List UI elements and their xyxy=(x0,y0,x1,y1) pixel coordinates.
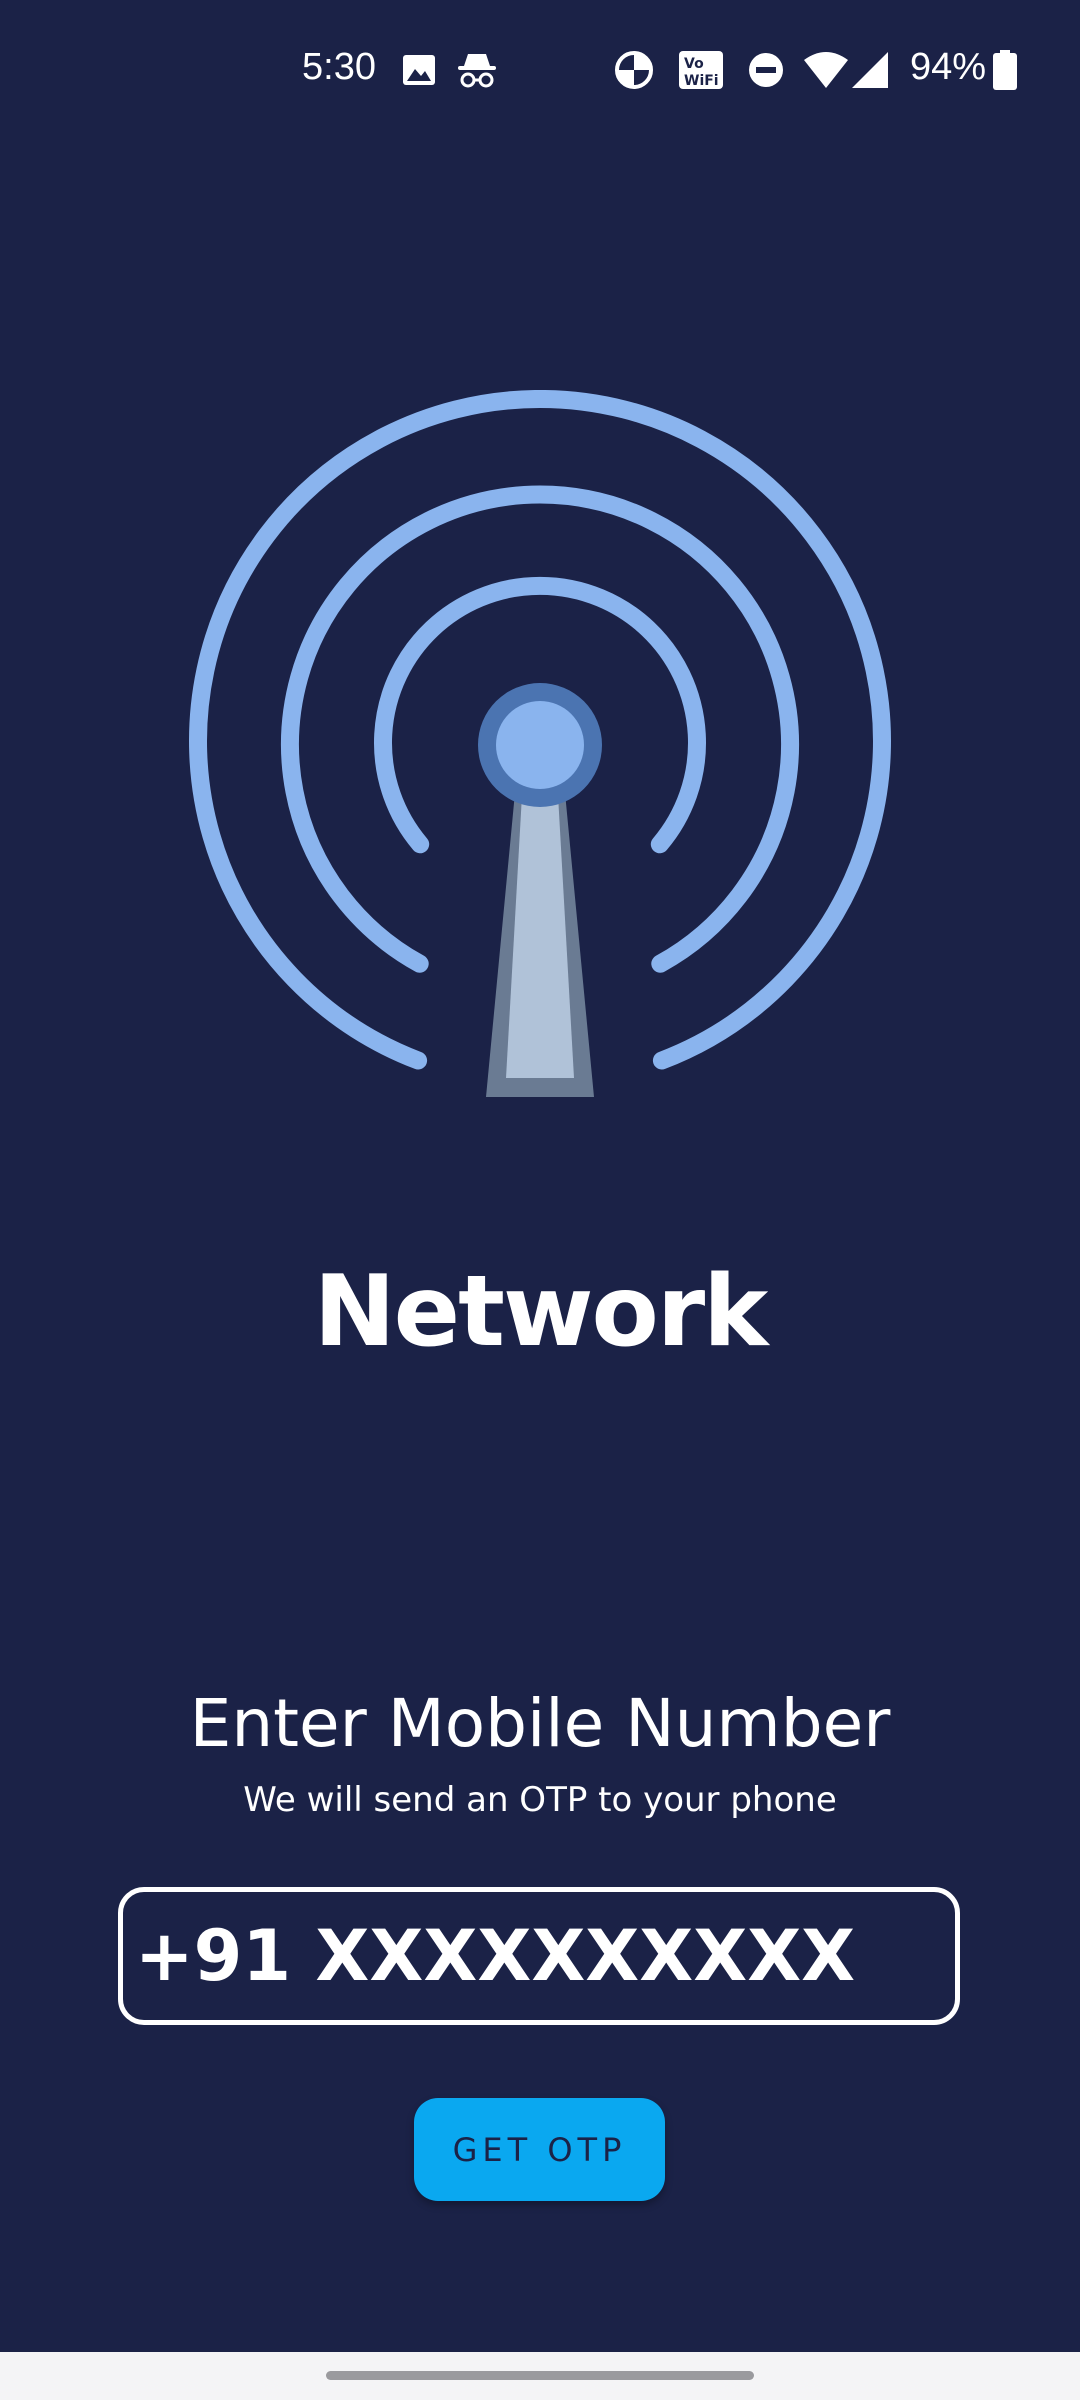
svg-text:Vo: Vo xyxy=(684,56,704,72)
battery-percent: 94% xyxy=(910,46,987,88)
data-saver-icon xyxy=(615,51,653,89)
status-bar: 5:30 Vo WiFi 94% xyxy=(0,0,1080,140)
app-title: Network xyxy=(313,1255,769,1369)
broadcast-tower-icon xyxy=(189,390,891,1097)
battery-icon xyxy=(993,50,1017,90)
cellular-signal-icon xyxy=(852,52,888,88)
svg-text:WiFi: WiFi xyxy=(684,73,719,89)
gallery-icon xyxy=(403,55,435,85)
incognito-icon xyxy=(458,54,496,88)
get-otp-button[interactable]: GET OTP xyxy=(414,2098,665,2201)
wifi-icon xyxy=(804,52,848,88)
status-time: 5:30 xyxy=(302,46,376,88)
vowifi-icon: Vo WiFi xyxy=(679,51,723,89)
login-subheading: We will send an OTP to your phone xyxy=(243,1780,837,1820)
login-heading: Enter Mobile Number xyxy=(189,1685,891,1762)
phone-number-input[interactable] xyxy=(118,1887,960,2025)
gesture-handle[interactable] xyxy=(326,2371,754,2380)
do-not-disturb-icon xyxy=(749,53,783,87)
